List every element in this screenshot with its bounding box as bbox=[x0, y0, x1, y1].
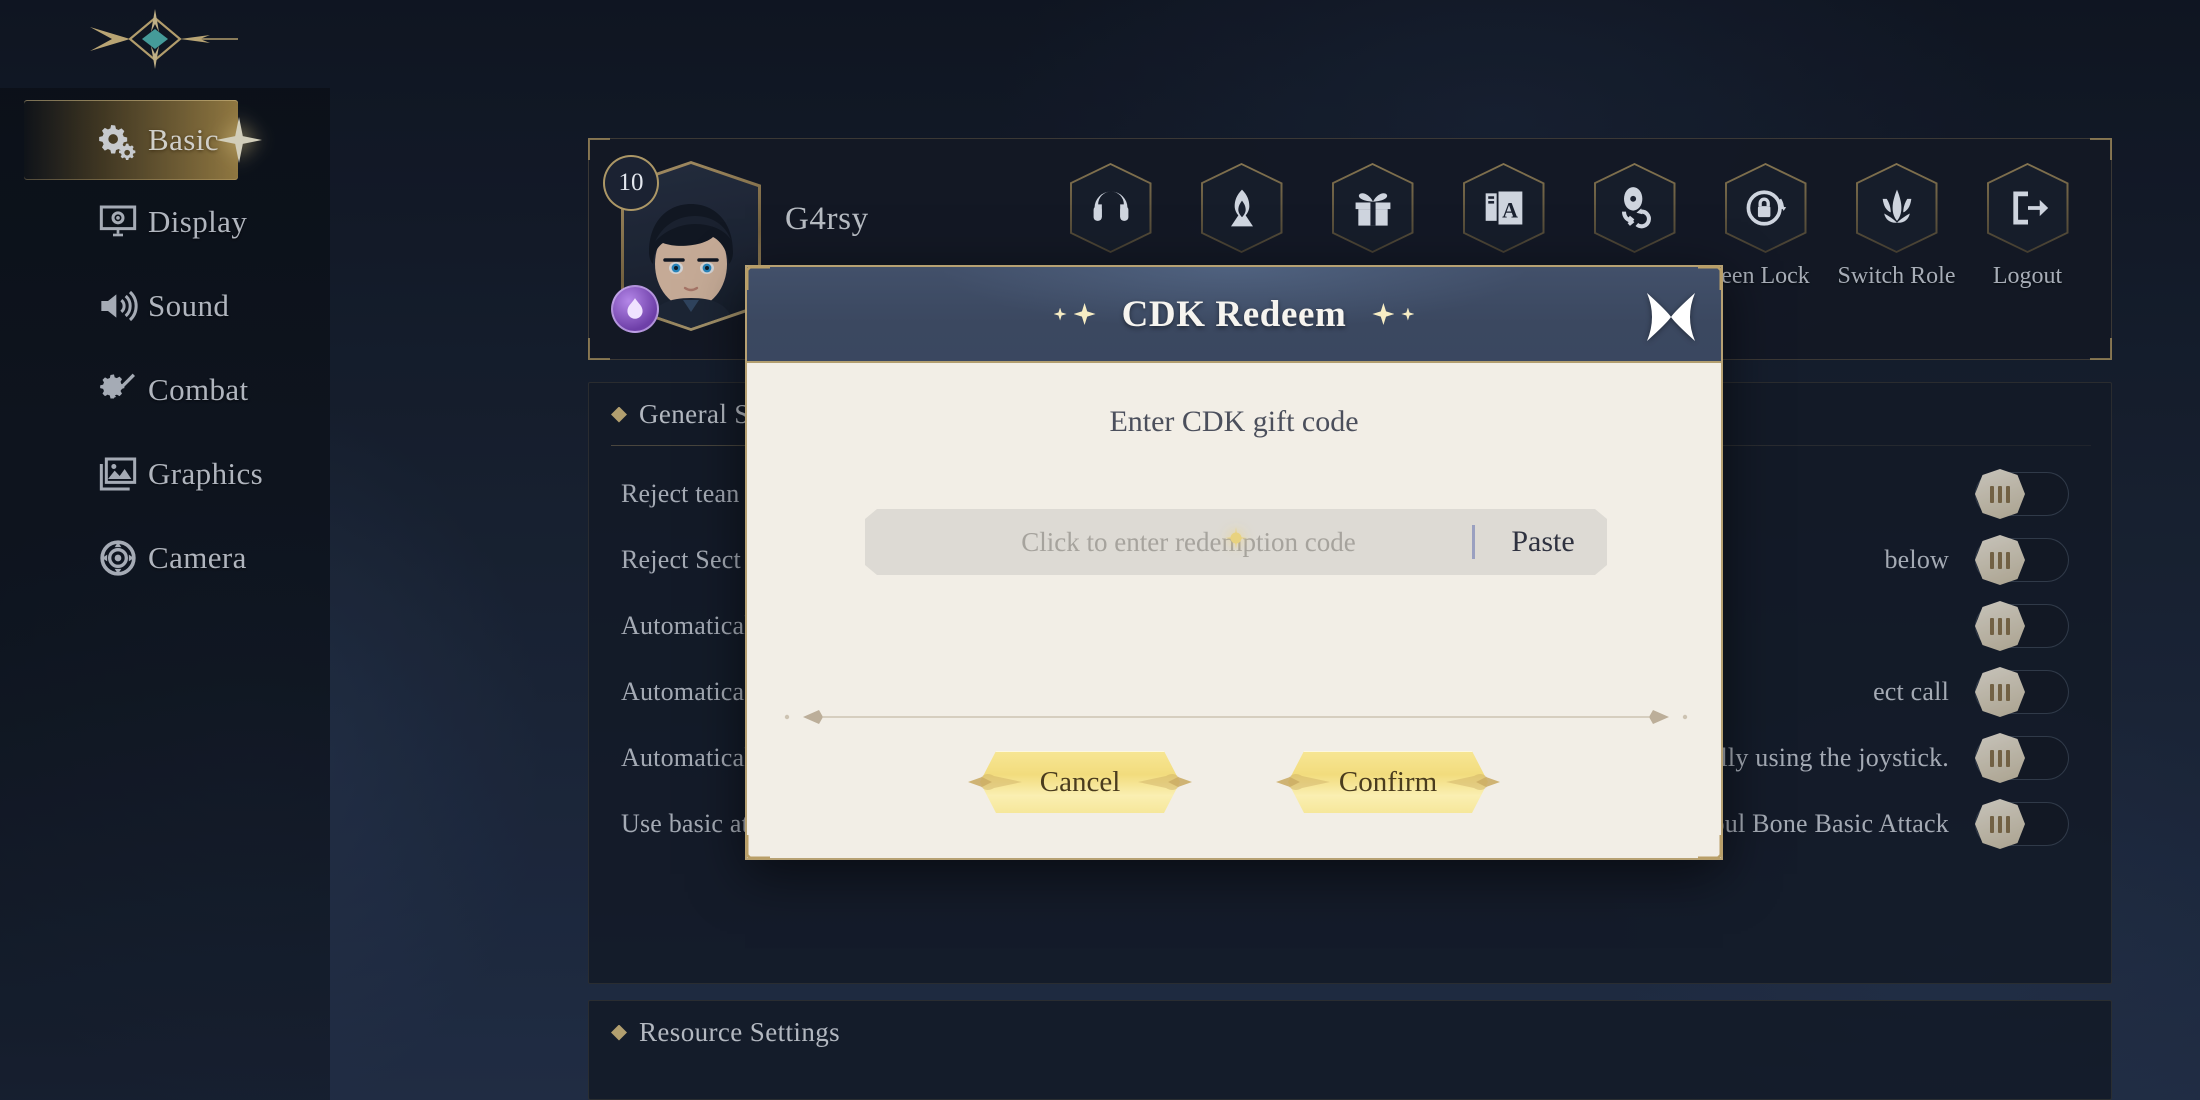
button-ornament-right-icon bbox=[1138, 762, 1192, 802]
sparkle-left-icon bbox=[1053, 303, 1096, 325]
cdk-input-row[interactable]: Click to enter redemption code Paste bbox=[865, 509, 1607, 575]
close-star-icon[interactable] bbox=[1643, 291, 1699, 343]
modal-body: Enter CDK gift code Click to enter redem… bbox=[747, 363, 1721, 858]
level-badge: 10 bbox=[603, 155, 659, 211]
app-root: Basic Display Sound Combat Graphics Came… bbox=[0, 0, 2200, 1100]
screen-lock-icon bbox=[1746, 190, 1786, 226]
ornate-divider bbox=[773, 707, 1699, 727]
frame-corner bbox=[1698, 264, 1724, 290]
headset-icon bbox=[1093, 191, 1128, 221]
modal-prompt: Enter CDK gift code bbox=[1109, 405, 1359, 438]
gift-icon bbox=[1355, 193, 1390, 226]
voice-switch-icon bbox=[1621, 187, 1651, 229]
frame-corner bbox=[744, 264, 770, 290]
cancel-button[interactable]: Cancel bbox=[968, 751, 1192, 813]
button-ornament-right-icon bbox=[1446, 762, 1500, 802]
modal-title: CDK Redeem bbox=[1121, 293, 1347, 335]
svg-text:A: A bbox=[1502, 198, 1518, 223]
button-label: Confirm bbox=[1338, 765, 1438, 798]
cdk-redeem-modal: CDK Redeem Enter CDK gift code Click to … bbox=[745, 265, 1723, 860]
input-divider bbox=[1472, 525, 1475, 559]
button-ornament-left-icon bbox=[1276, 762, 1330, 802]
language-icon: A bbox=[1485, 191, 1522, 225]
hood-figure-icon bbox=[1230, 189, 1253, 227]
cdk-input[interactable]: Click to enter redemption code bbox=[865, 527, 1472, 558]
modal-title-group: CDK Redeem bbox=[1053, 293, 1415, 336]
button-label: Cancel bbox=[1039, 765, 1121, 798]
frame-corner bbox=[1698, 835, 1724, 861]
button-ornament-left-icon bbox=[968, 762, 1022, 802]
confirm-button[interactable]: Confirm bbox=[1276, 751, 1500, 813]
frame-corner bbox=[744, 835, 770, 861]
logout-icon bbox=[2012, 191, 2048, 225]
dark-element-icon bbox=[611, 285, 659, 333]
sparkle-right-icon bbox=[1372, 303, 1415, 325]
modal-header: CDK Redeem bbox=[747, 267, 1721, 363]
paste-button[interactable]: Paste bbox=[1479, 525, 1607, 559]
role-crest-icon bbox=[1882, 189, 1911, 223]
modal-buttons: Cancel Confirm bbox=[747, 751, 1721, 813]
cursor-sparkle-icon bbox=[1225, 527, 1247, 549]
